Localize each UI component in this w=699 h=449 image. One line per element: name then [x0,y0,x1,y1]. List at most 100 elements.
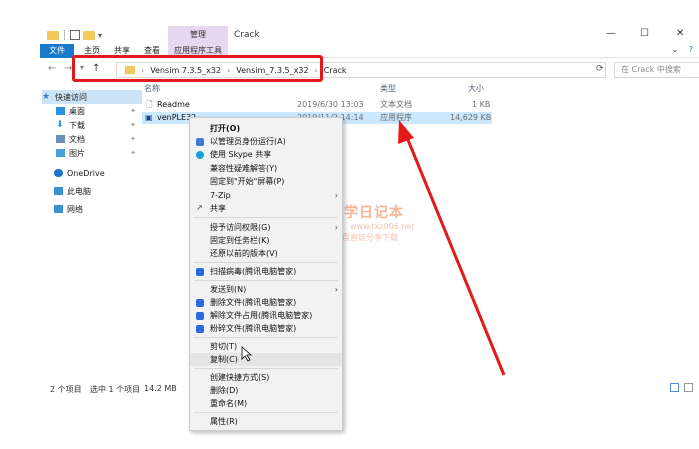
menu-item-label: 删除文件(腾讯电脑管家) [210,298,297,307]
expand-ribbon-icon[interactable]: ⌄ [672,45,679,54]
sidebar-item-downloads[interactable]: ⬇ 下载 ✦ [56,118,142,132]
menu-item-grant-access[interactable]: 授予访问权限(G) › [190,221,342,234]
sidebar-item-label: 文档 [69,134,85,144]
text-file-icon: 🗋 [146,100,153,109]
menu-item-properties[interactable]: 属性(R) [190,415,342,428]
file-size: 1 KB [472,100,491,109]
menu-item-label: 属性(R) [210,417,238,426]
close-button[interactable]: ✕ [676,28,684,39]
folder-icon [47,30,59,40]
context-menu: 打开(O) 以管理员身份运行(A) 使用 Skype 共享 兼容性疑难解答(Y)… [189,117,343,431]
sidebar-item-desktop[interactable]: 桌面 ✦ [56,104,142,118]
table-row[interactable]: 🗋 Readme 2019/6/30 13:03 文本文档 1 KB [142,99,492,111]
pin-icon: ✦ [130,135,136,143]
pin-icon: ✦ [130,149,136,157]
menu-separator [194,368,338,369]
new-folder-icon[interactable] [83,30,95,40]
menu-item-label: 还原以前的版本(V) [210,249,278,258]
menu-item-compatibility[interactable]: 兼容性疑难解答(Y) [190,162,342,175]
menu-item-label: 共享 [210,204,226,213]
submenu-chevron-icon: › [334,223,338,232]
menu-item-label: 删除(D) [210,386,239,395]
menu-item-7zip[interactable]: 7-Zip › [190,189,342,202]
sidebar-item-label: 此电脑 [67,186,91,196]
back-arrow-icon[interactable]: ← [48,63,56,74]
menu-item-label: 授予访问权限(G) [210,223,271,232]
sidebar-item-quick-access[interactable]: ★ 快速访问 [42,90,142,104]
item-count: 2 个项目 [50,385,82,394]
menu-item-label: 扫描病毒(腾讯电脑管家) [210,267,297,276]
manage-context-tab[interactable]: 管理 [168,26,228,44]
sidebar-item-this-pc[interactable]: 此电脑 [54,184,154,198]
selected-size: 14.2 MB [144,384,177,393]
title-bar [0,26,699,44]
menu-item-label: 粉碎文件(腾讯电脑管家) [210,324,297,333]
cloud-icon [54,169,63,177]
column-header-size[interactable]: 大小 [468,82,484,96]
sidebar-item-onedrive[interactable]: OneDrive [54,166,154,180]
menu-item-skype-share[interactable]: 使用 Skype 共享 [190,148,342,161]
menu-item-pin-start[interactable]: 固定到"开始"屏幕(P) [190,175,342,188]
download-icon: ⬇ [56,120,64,130]
tencent-shield-icon [196,268,204,276]
selected-count: 选中 1 个项目 [90,385,141,394]
menu-item-label: 兼容性疑难解答(Y) [210,164,278,173]
computer-icon [54,187,63,195]
chevron-down-icon[interactable]: ▾ [98,31,102,40]
menu-item-run-as-admin[interactable]: 以管理员身份运行(A) [190,135,342,148]
menu-item-tencent-shred[interactable]: 粉碎文件(腾讯电脑管家) [190,322,342,335]
menu-item-label: 固定到任务栏(K) [210,236,270,245]
window-title: Crack [234,30,260,40]
menu-item-tencent-delete[interactable]: 删除文件(腾讯电脑管家) [190,296,342,309]
watermark-url: www.txz006.net [350,222,415,231]
menu-item-rename[interactable]: 重命名(M) [190,397,342,410]
menu-item-label: 复制(C) [210,355,238,364]
star-icon: ★ [42,92,51,102]
menu-item-scan-virus[interactable]: 扫描病毒(腾讯电脑管家) [190,265,342,278]
menu-separator [194,337,338,338]
menu-item-delete[interactable]: 删除(D) [190,384,342,397]
menu-item-open[interactable]: 打开(O) [190,122,342,135]
sidebar-item-label: 快速访问 [55,92,87,102]
menu-separator [194,280,338,281]
menu-item-share[interactable]: ↗ 共享 [190,202,342,215]
share-icon: ↗ [196,203,203,212]
pictures-icon [56,149,65,157]
address-highlight-box [72,55,323,82]
menu-item-label: 解除文件占用(腾讯电脑管家) [210,311,313,320]
sidebar-item-network[interactable]: 网络 [54,202,154,216]
sidebar-item-pictures[interactable]: 图片 ✦ [56,146,142,160]
tencent-unlock-icon [196,312,204,320]
maximize-button[interactable]: ☐ [640,28,649,39]
menu-item-label: 固定到"开始"屏幕(P) [210,177,285,186]
menu-item-create-shortcut[interactable]: 创建快捷方式(S) [190,371,342,384]
menu-item-copy[interactable]: 复制(C) [190,353,342,366]
refresh-icon[interactable]: ⟳ [596,64,604,74]
network-icon [54,205,63,213]
details-view-icon[interactable] [670,383,679,392]
menu-item-send-to[interactable]: 发送到(N) › [190,283,342,296]
menu-item-label: 7-Zip [210,191,231,200]
column-header-name[interactable]: 名称 [144,82,160,96]
menu-item-cut[interactable]: 剪切(T) [190,340,342,353]
menu-item-restore-versions[interactable]: 还原以前的版本(V) [190,247,342,260]
tab-file[interactable]: 文件 [40,44,74,58]
search-input[interactable]: 在 Crack 中搜索 [614,62,699,78]
menu-item-tencent-unlock[interactable]: 解除文件占用(腾讯电脑管家) [190,309,342,322]
sidebar-item-label: 图片 [69,148,85,158]
large-icons-view-icon[interactable] [684,383,693,392]
menu-item-pin-taskbar[interactable]: 固定到任务栏(K) [190,234,342,247]
properties-icon[interactable] [70,30,80,40]
menu-item-label: 创建快捷方式(S) [210,373,270,382]
help-icon[interactable]: ? [689,45,693,54]
breadcrumb-segment[interactable]: Crack [324,66,347,75]
status-bar: 2 个项目 选中 1 个项目 14.2 MB [40,382,699,396]
submenu-chevron-icon: › [334,285,338,294]
sidebar-item-documents[interactable]: 文档 ✦ [56,132,142,146]
column-header-type[interactable]: 类型 [380,82,396,96]
menu-item-label: 打开(O) [210,124,241,133]
file-size: 14,629 KB [450,113,492,122]
file-name: Readme [157,100,190,109]
minimize-button[interactable]: — [606,28,616,39]
menu-item-label: 剪切(T) [210,342,238,351]
